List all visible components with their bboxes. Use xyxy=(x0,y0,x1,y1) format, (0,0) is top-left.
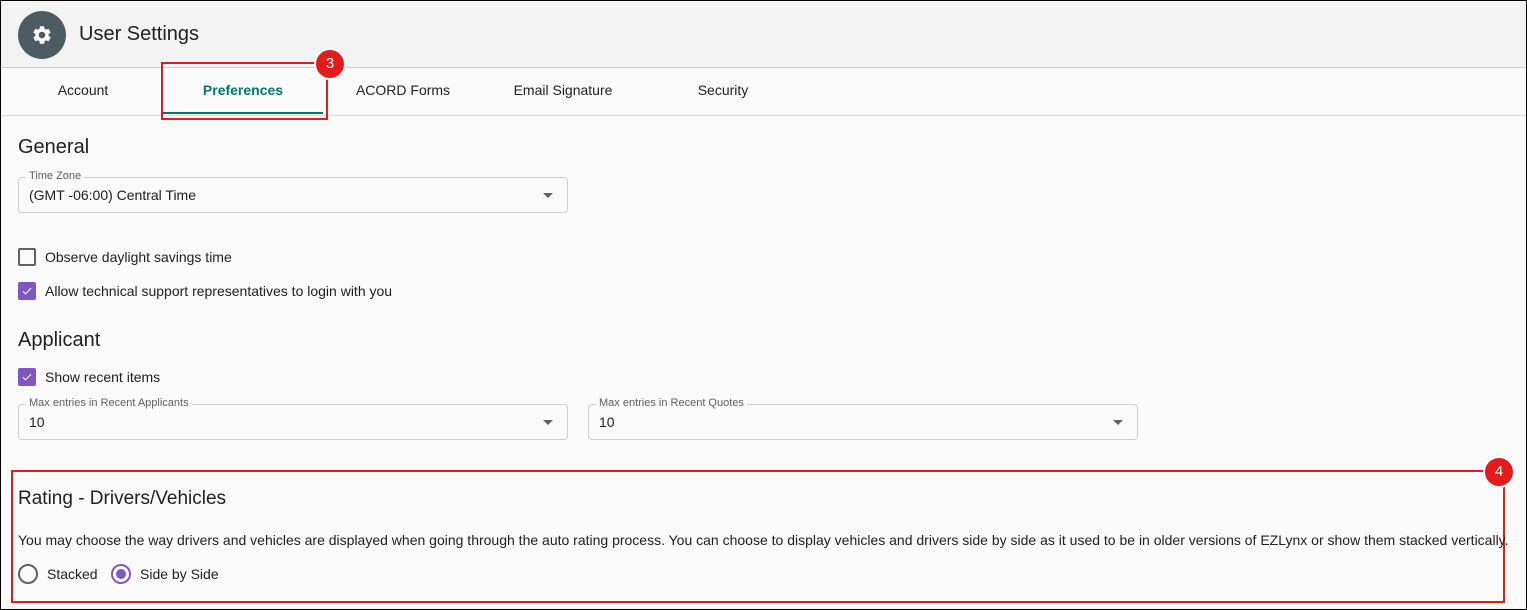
time-zone-value: (GMT -06:00) Central Time xyxy=(29,187,197,203)
allow-support-label: Allow technical support representatives … xyxy=(45,283,393,299)
max-recent-quotes-select[interactable]: Max entries in Recent Quotes 10 xyxy=(588,397,1138,440)
time-zone-select[interactable]: Time Zone (GMT -06:00) Central Time xyxy=(18,170,568,213)
allow-support-row[interactable]: Allow technical support representatives … xyxy=(18,282,392,300)
radio-stacked[interactable] xyxy=(18,564,38,584)
checkmark-icon xyxy=(22,373,32,381)
tab-security[interactable]: Security xyxy=(663,68,783,115)
observe-dst-label: Observe daylight savings time xyxy=(45,249,232,265)
tab-acord-forms[interactable]: ACORD Forms xyxy=(338,68,468,115)
rating-description: You may choose the way drivers and vehic… xyxy=(18,532,1509,548)
callout-box-preferences xyxy=(161,62,328,120)
callout-number-4: 4 xyxy=(1483,456,1515,488)
general-heading: General xyxy=(18,136,90,158)
observe-dst-row[interactable]: Observe daylight savings time xyxy=(18,248,232,266)
show-recent-label: Show recent items xyxy=(45,369,161,385)
allow-support-checkbox[interactable] xyxy=(18,282,36,300)
show-recent-checkbox[interactable] xyxy=(18,368,36,386)
radio-side-by-side-row[interactable]: Side by Side xyxy=(111,564,219,584)
show-recent-row[interactable]: Show recent items xyxy=(18,368,160,386)
max-recent-quotes-label: Max entries in Recent Quotes xyxy=(596,397,747,409)
max-recent-applicants-label: Max entries in Recent Applicants xyxy=(26,397,192,409)
user-settings-window: User Settings Account Preferences ACORD … xyxy=(0,0,1527,610)
max-recent-quotes-value: 10 xyxy=(599,414,615,430)
radio-stacked-label: Stacked xyxy=(47,566,98,582)
chevron-down-icon xyxy=(543,193,553,198)
chevron-down-icon xyxy=(543,420,553,425)
gear-icon xyxy=(18,11,66,59)
radio-side-by-side-label: Side by Side xyxy=(140,566,219,582)
callout-number-3: 3 xyxy=(314,48,346,80)
time-zone-label: Time Zone xyxy=(26,170,85,182)
max-recent-applicants-select[interactable]: Max entries in Recent Applicants 10 xyxy=(18,397,568,440)
applicant-heading: Applicant xyxy=(18,329,101,351)
tab-email-signature[interactable]: Email Signature xyxy=(493,68,633,115)
max-recent-applicants-value: 10 xyxy=(29,414,45,430)
observe-dst-checkbox[interactable] xyxy=(18,248,36,266)
radio-selected-dot xyxy=(116,569,126,579)
page-title: User Settings xyxy=(79,23,200,45)
page-header: User Settings xyxy=(1,1,1526,68)
tab-account[interactable]: Account xyxy=(18,68,148,115)
radio-side-by-side[interactable] xyxy=(111,564,131,584)
rating-heading: Rating - Drivers/Vehicles xyxy=(18,488,227,509)
chevron-down-icon xyxy=(1113,420,1123,425)
radio-stacked-row[interactable]: Stacked xyxy=(18,564,98,584)
checkmark-icon xyxy=(22,287,32,295)
